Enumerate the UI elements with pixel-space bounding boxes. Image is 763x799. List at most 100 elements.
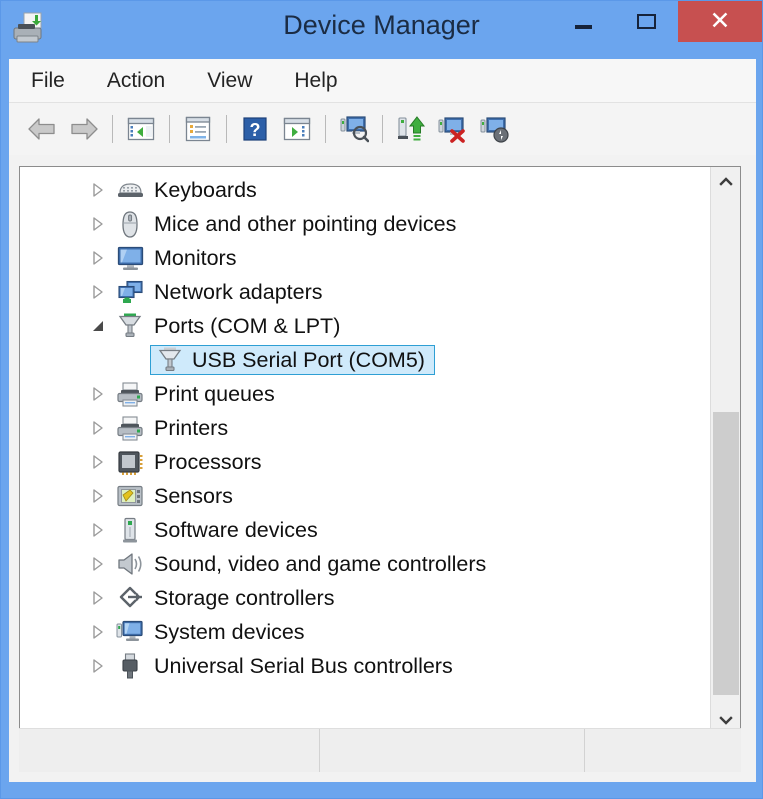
chevron-right-icon[interactable] [90,488,106,504]
toolbar-separator [169,115,170,143]
back-arrow-icon [28,118,55,140]
menu-item-view[interactable]: View [203,67,256,95]
minimize-button[interactable] [552,1,615,42]
tree-row-label: Mice and other pointing devices [154,211,457,236]
tree-row[interactable]: Ports (COM & LPT) [20,309,710,343]
scan-for-hardware-changes-button[interactable] [333,109,375,149]
printer-icon [116,380,144,408]
port-icon [116,312,144,340]
menu-item-help[interactable]: Help [290,67,341,95]
chevron-right-icon[interactable] [90,420,106,436]
tree-row[interactable]: Software devices [20,513,710,547]
back-button[interactable] [21,109,63,149]
keyboard-icon [116,176,144,204]
device-manager-printer-icon [11,11,45,45]
tree-row[interactable]: Network adapters [20,275,710,309]
tree-row[interactable]: Printers [20,411,710,445]
properties-button[interactable] [177,109,219,149]
update-driver-icon [398,116,426,141]
tree-row-label: Software devices [154,517,318,542]
action-pane-icon [283,117,311,141]
menu-item-action[interactable]: Action [103,67,169,95]
tree-row[interactable]: Sensors [20,479,710,513]
chevron-right-icon[interactable] [90,658,106,674]
toolbar: ? [9,103,756,155]
chevron-right-icon[interactable] [90,522,106,538]
forward-arrow-icon [71,118,98,140]
chevron-right-icon[interactable] [90,216,106,232]
chevron-right-icon[interactable] [90,386,106,402]
tree-row-label: System devices [154,619,305,644]
uninstall-device-button[interactable] [432,109,474,149]
status-bar [19,728,741,772]
tree-row[interactable]: Keyboards [20,173,710,207]
processor-icon [116,448,144,476]
tree-row-label: Printers [154,415,229,440]
tree-row-label: Sensors [154,483,233,508]
device-tree[interactable]: Keyboards Mice and other pointing device… [20,167,710,735]
menu-item-file[interactable]: File [27,67,69,95]
tree-row-label: Storage controllers [154,585,335,610]
tree-row[interactable]: Processors [20,445,710,479]
update-driver-button[interactable] [390,109,432,149]
chevron-right-icon[interactable] [90,624,106,640]
device-tree-pane: Keyboards Mice and other pointing device… [19,166,741,736]
tree-row[interactable]: Monitors [20,241,710,275]
vertical-scrollbar[interactable] [710,167,740,735]
tree-row-label: Universal Serial Bus controllers [154,653,453,678]
tree-row-label: Print queues [154,381,275,406]
tree-row[interactable]: Universal Serial Bus controllers [20,649,710,683]
toolbar-separator [325,115,326,143]
maximize-button[interactable] [615,1,678,42]
scrollbar-thumb[interactable] [713,412,739,695]
chevron-down-icon[interactable] [90,318,106,334]
storage-controller-icon [116,584,144,612]
scan-hardware-icon [340,116,369,143]
port-icon [156,346,184,374]
properties-icon [185,116,211,142]
console-tree-icon [127,117,155,141]
uninstall-device-icon [438,117,465,143]
tree-row[interactable]: System devices [20,615,710,649]
status-pane-3 [584,729,741,772]
tree-row-label: Sound, video and game controllers [154,551,487,576]
toolbar-separator [112,115,113,143]
svg-text:?: ? [250,120,261,140]
speaker-icon [116,550,144,578]
client-area: File Action View Help ? Keyboards Mice a… [9,59,756,782]
help-question-icon: ? [243,117,267,141]
software-device-icon [116,516,144,544]
close-button[interactable]: ✕ [678,1,762,42]
tree-row[interactable]: Print queues [20,377,710,411]
chevron-up-icon [719,177,733,186]
show-hide-console-tree-button[interactable] [120,109,162,149]
sensor-icon [116,482,144,510]
tree-row[interactable]: Mice and other pointing devices [20,207,710,241]
tree-row-selected[interactable]: USB Serial Port (COM5) [20,343,710,377]
monitor-icon [116,244,144,272]
device-manager-window: Device Manager ✕ File Action View Help ?… [0,0,763,799]
disable-device-button[interactable] [474,109,516,149]
usb-icon [116,652,144,680]
chevron-right-icon[interactable] [90,284,106,300]
maximize-icon [637,14,656,29]
chevron-right-icon[interactable] [90,182,106,198]
status-pane-1 [19,729,319,772]
title-bar: Device Manager ✕ [1,1,762,59]
chevron-right-icon[interactable] [90,556,106,572]
chevron-right-icon[interactable] [90,590,106,606]
scroll-up-button[interactable] [711,167,740,197]
tree-row[interactable]: Sound, video and game controllers [20,547,710,581]
help-button[interactable]: ? [234,109,276,149]
tree-row[interactable]: Storage controllers [20,581,710,615]
tree-row-label: Processors [154,449,262,474]
forward-button[interactable] [63,109,105,149]
system-device-icon [116,618,144,646]
show-action-pane-button[interactable] [276,109,318,149]
status-pane-2 [319,729,584,772]
chevron-right-icon[interactable] [90,250,106,266]
close-icon: ✕ [709,7,731,35]
network-adapter-icon [116,278,144,306]
chevron-right-icon[interactable] [90,454,106,470]
printer-icon [116,414,144,442]
